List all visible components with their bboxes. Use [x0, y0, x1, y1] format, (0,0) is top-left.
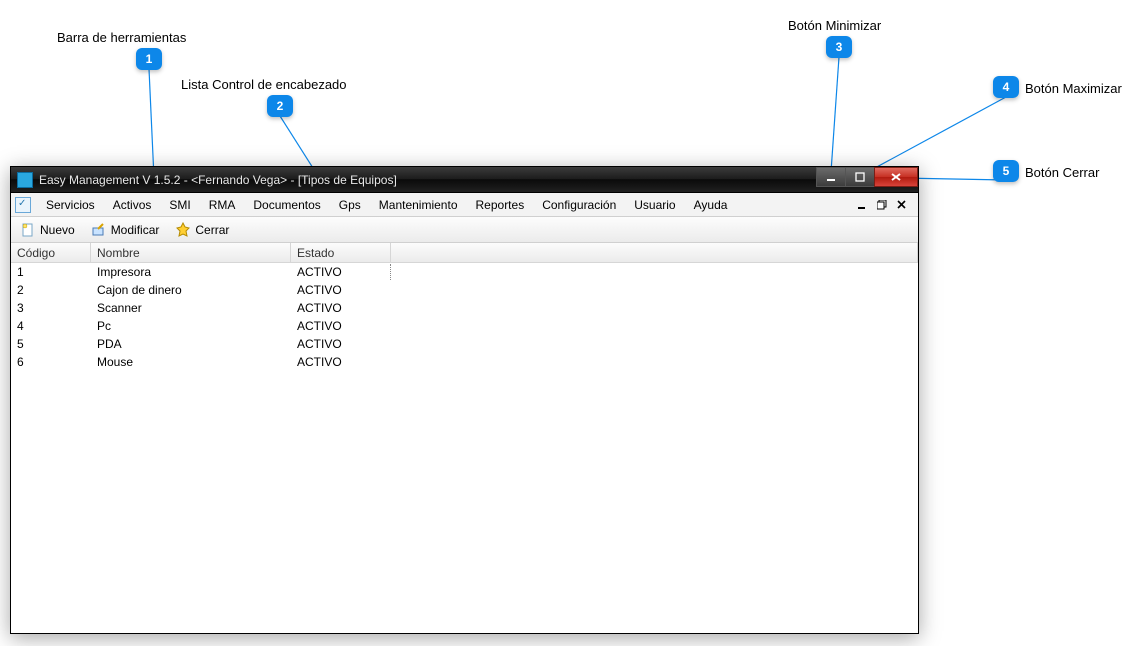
annotation-badge-2: 2: [267, 95, 293, 117]
modificar-icon: [91, 222, 107, 238]
table-row[interactable]: 3ScannerACTIVO: [11, 299, 918, 317]
mdi-restore-icon: [877, 200, 887, 210]
nuevo-label: Nuevo: [40, 223, 75, 237]
column-header-nombre[interactable]: Nombre: [91, 243, 291, 262]
menu-smi[interactable]: SMI: [160, 195, 199, 215]
mdi-restore-button[interactable]: [874, 198, 890, 212]
column-header-codigo[interactable]: Código: [11, 243, 91, 262]
cell-nombre: Scanner: [91, 300, 291, 316]
annotation-label-1: Barra de herramientas: [57, 30, 186, 45]
menu-servicios[interactable]: Servicios: [37, 195, 104, 215]
cell-estado: ACTIVO: [291, 264, 391, 280]
cell-estado: ACTIVO: [291, 318, 391, 334]
cerrar-label: Cerrar: [195, 223, 229, 237]
annotation-badge-5: 5: [993, 160, 1019, 182]
maximize-icon: [854, 172, 866, 182]
cell-nombre: Pc: [91, 318, 291, 334]
annotation-label-2: Lista Control de encabezado: [181, 77, 347, 92]
annotation-label-3: Botón Minimizar: [788, 18, 881, 33]
cell-codigo: 6: [11, 354, 91, 370]
cell-estado: ACTIVO: [291, 354, 391, 370]
mdi-controls: [854, 198, 914, 212]
cell-nombre: PDA: [91, 336, 291, 352]
menu-usuario[interactable]: Usuario: [625, 195, 684, 215]
table-row[interactable]: 2Cajon de dineroACTIVO: [11, 281, 918, 299]
mdi-close-icon: [897, 200, 907, 210]
annotation-label-4: Botón Maximizar: [1025, 81, 1122, 96]
menu-mantenimiento[interactable]: Mantenimiento: [370, 195, 467, 215]
table-row[interactable]: 1ImpresoraACTIVO: [11, 263, 918, 281]
column-header-empty: [391, 243, 918, 262]
mdi-minimize-icon: [857, 200, 867, 210]
mdi-minimize-button[interactable]: [854, 198, 870, 212]
modificar-label: Modificar: [111, 223, 160, 237]
menu-gps[interactable]: Gps: [330, 195, 370, 215]
menu-reportes[interactable]: Reportes: [467, 195, 534, 215]
menu-ayuda[interactable]: Ayuda: [685, 195, 737, 215]
nuevo-button[interactable]: Nuevo: [17, 220, 78, 240]
cell-estado: ACTIVO: [291, 282, 391, 298]
annotation-badge-1: 1: [136, 48, 162, 70]
cell-nombre: Mouse: [91, 354, 291, 370]
maximize-button[interactable]: [845, 167, 875, 187]
cell-codigo: 1: [11, 264, 91, 280]
window-controls: [817, 167, 918, 187]
titlebar[interactable]: Easy Management V 1.5.2 - <Fernando Vega…: [11, 167, 918, 193]
table-row[interactable]: 4PcACTIVO: [11, 317, 918, 335]
cerrar-button[interactable]: Cerrar: [172, 220, 232, 240]
annotation-label-5: Botón Cerrar: [1025, 165, 1099, 180]
toolbar: Nuevo Modificar Cerrar: [11, 217, 918, 243]
annotation-badge-4: 4: [993, 76, 1019, 98]
menu-documentos[interactable]: Documentos: [244, 195, 329, 215]
mdi-close-button[interactable]: [894, 198, 910, 212]
cell-codigo: 3: [11, 300, 91, 316]
cell-nombre: Impresora: [91, 264, 291, 280]
close-button[interactable]: [874, 167, 918, 187]
cell-codigo: 4: [11, 318, 91, 334]
minimize-icon: [825, 172, 837, 182]
menu-configuracion[interactable]: Configuración: [533, 195, 625, 215]
cell-codigo: 2: [11, 282, 91, 298]
menubar: Servicios Activos SMI RMA Documentos Gps…: [11, 193, 918, 217]
list-header: Código Nombre Estado: [11, 243, 918, 263]
menu-rma[interactable]: RMA: [200, 195, 245, 215]
cerrar-icon: [175, 222, 191, 238]
list-body[interactable]: 1ImpresoraACTIVO2Cajon de dineroACTIVO3S…: [11, 263, 918, 633]
nuevo-icon: [20, 222, 36, 238]
system-menu-icon[interactable]: [15, 197, 31, 213]
app-icon: [17, 172, 33, 188]
modificar-button[interactable]: Modificar: [88, 220, 163, 240]
cell-nombre: Cajon de dinero: [91, 282, 291, 298]
minimize-button[interactable]: [816, 167, 846, 187]
close-icon: [889, 172, 903, 182]
window-title: Easy Management V 1.5.2 - <Fernando Vega…: [39, 173, 397, 187]
table-row[interactable]: 6MouseACTIVO: [11, 353, 918, 371]
cell-estado: ACTIVO: [291, 336, 391, 352]
app-window: Easy Management V 1.5.2 - <Fernando Vega…: [10, 166, 919, 634]
annotation-badge-3: 3: [826, 36, 852, 58]
table-row[interactable]: 5PDAACTIVO: [11, 335, 918, 353]
cell-estado: ACTIVO: [291, 300, 391, 316]
column-header-estado[interactable]: Estado: [291, 243, 391, 262]
cell-codigo: 5: [11, 336, 91, 352]
menu-activos[interactable]: Activos: [104, 195, 161, 215]
